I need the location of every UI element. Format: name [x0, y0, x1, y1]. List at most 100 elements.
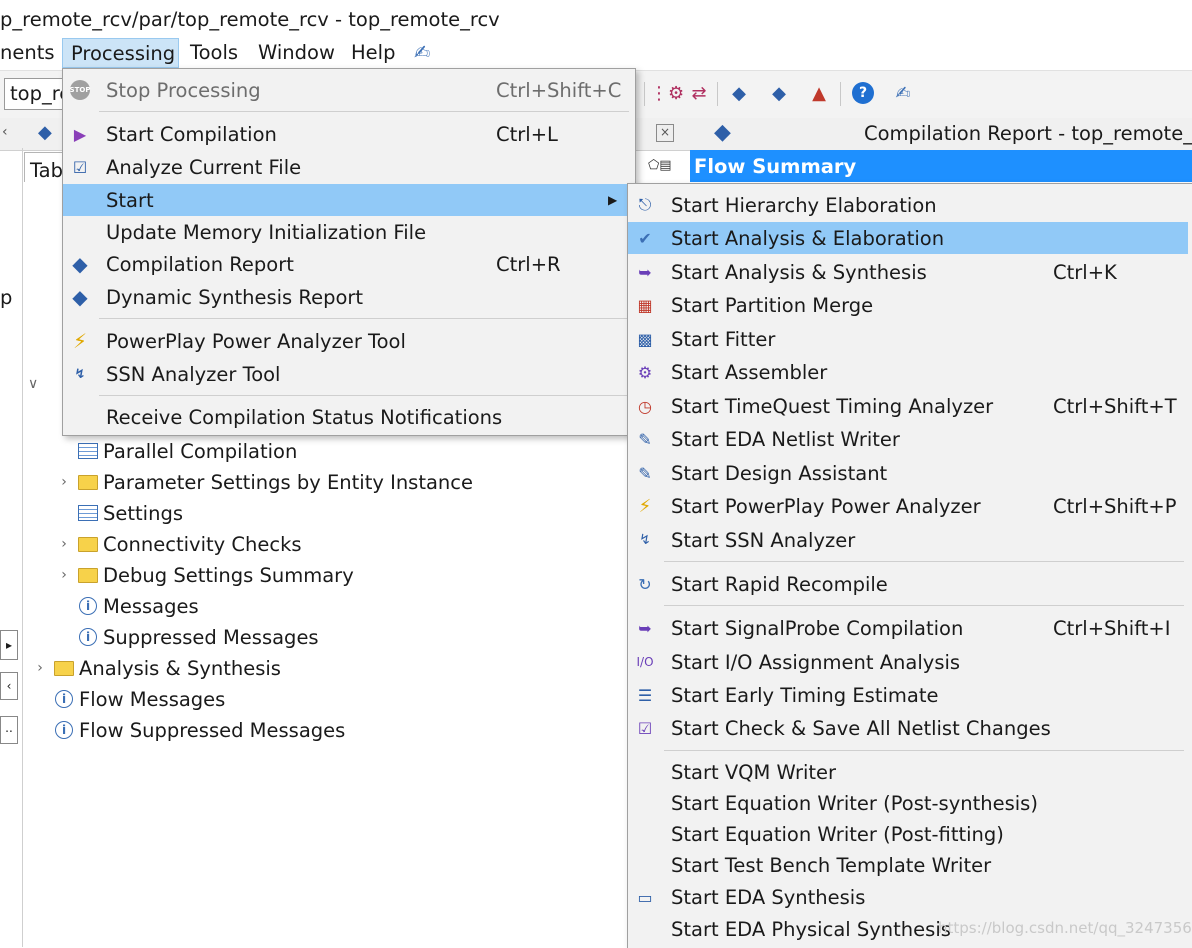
tree-item-label: Flow Suppressed Messages	[79, 718, 346, 742]
chevron-right-icon[interactable]: ›	[52, 567, 76, 583]
report-icon: ◆	[714, 120, 731, 145]
collapse-left-icon[interactable]: ‹	[2, 124, 8, 140]
submenu-item[interactable]: ☰ Start Early Timing Estimate	[628, 679, 1188, 711]
submenu-item[interactable]: ▩ Start Fitter	[628, 323, 1188, 355]
tree-item[interactable]: › Analysis & Synthesis	[28, 653, 281, 683]
menu-window[interactable]: Window	[258, 38, 335, 68]
menu-item-ssn-analyzer-tool[interactable]: ↯ SSN Analyzer Tool	[63, 358, 635, 390]
submenu-item[interactable]: Start Test Bench Template Writer	[628, 849, 1188, 881]
table-of-contents-tab-label: Tab	[30, 159, 64, 182]
chip-planner-icon[interactable]: ▲	[806, 80, 832, 106]
tree-item[interactable]: Settings	[52, 498, 183, 528]
menu-separator	[664, 605, 1184, 606]
processing-menu: STOP Stop Processing Ctrl+Shift+C ▶ Star…	[62, 68, 636, 436]
menu-item-label: Start EDA Physical Synthesis	[671, 917, 951, 941]
menu-item-start-compilation[interactable]: ▶ Start Compilation Ctrl+L	[63, 118, 635, 150]
tree-item[interactable]: i Flow Suppressed Messages	[28, 715, 345, 745]
menu-item-label: Start Test Bench Template Writer	[671, 853, 992, 877]
menu-item-label: Start I/O Assignment Analysis	[671, 650, 961, 674]
submenu-item[interactable]: ➥ Start SignalProbe Compilation Ctrl+Shi…	[628, 612, 1188, 644]
submenu-item-highlighted[interactable]: ✔ Start Analysis & Elaboration	[628, 222, 1188, 254]
chevron-right-icon[interactable]: ›	[28, 660, 52, 676]
menu-item-label: PowerPlay Power Analyzer Tool	[106, 329, 406, 353]
toolbar-separator	[840, 82, 841, 106]
menu-item-label: Start Design Assistant	[671, 461, 888, 485]
tree-item-label: Settings	[103, 501, 183, 525]
submenu-item[interactable]: ✎ Start Design Assistant	[628, 457, 1188, 489]
menu-item-start[interactable]: Start ▶	[63, 184, 635, 216]
menu-item-label: Start EDA Netlist Writer	[671, 427, 900, 451]
submenu-item[interactable]: Start Equation Writer (Post-fitting)	[628, 818, 1188, 850]
menu-item-label: Start Partition Merge	[671, 293, 874, 317]
menu-help[interactable]: Help	[351, 38, 395, 68]
feedback-icon[interactable]: ✍	[414, 38, 430, 68]
menu-item-label: Receive Compilation Status Notifications	[106, 405, 503, 429]
estimate-icon: ☰	[637, 685, 653, 705]
tree-item-label: Flow Messages	[79, 687, 226, 711]
submenu-item[interactable]: ➥ Start Analysis & Synthesis Ctrl+K	[628, 256, 1188, 288]
menu-item-label: Start SignalProbe Compilation	[671, 616, 964, 640]
submenu-item[interactable]: ⎋ Start Hierarchy Elaboration	[628, 189, 1188, 221]
tree-item[interactable]: › Parameter Settings by Entity Instance	[52, 467, 473, 497]
menu-item-label: Stop Processing	[106, 78, 261, 102]
menu-processing[interactable]: Processing	[62, 38, 179, 68]
entity-combo[interactable]: top_re	[4, 78, 71, 110]
menu-item-analyze-current-file[interactable]: ☑ Analyze Current File	[63, 151, 635, 183]
info-icon: i	[52, 688, 76, 710]
tree-item[interactable]: Parallel Compilation	[52, 436, 297, 466]
tree-item[interactable]: i Messages	[52, 591, 199, 621]
submenu-item[interactable]: ⚙ Start Assembler	[628, 356, 1188, 388]
menu-tools[interactable]: Tools	[190, 38, 238, 68]
menu-item-update-memory-init[interactable]: Update Memory Initialization File	[63, 216, 635, 248]
menu-item-stop-processing[interactable]: STOP Stop Processing Ctrl+Shift+C	[63, 74, 635, 106]
folder-icon	[76, 564, 100, 586]
submenu-item[interactable]: ↯ Start SSN Analyzer	[628, 524, 1188, 556]
table-of-contents-tab[interactable]: Tab	[24, 152, 64, 182]
help-icon[interactable]: ?	[850, 80, 876, 106]
submenu-item[interactable]: Start VQM Writer	[628, 756, 1188, 788]
submenu-item[interactable]: ▦ Start Partition Merge	[628, 289, 1188, 321]
submenu-item[interactable]: I/O Start I/O Assignment Analysis	[628, 646, 1188, 678]
programmer-icon[interactable]: ◆	[766, 80, 792, 106]
submenu-item[interactable]: ↻ Start Rapid Recompile	[628, 568, 1188, 600]
menu-item-label: Analyze Current File	[106, 155, 302, 179]
toolbar-separator	[644, 82, 645, 106]
tree-item[interactable]: i Suppressed Messages	[52, 622, 319, 652]
submenu-item[interactable]: ✎ Start EDA Netlist Writer	[628, 423, 1188, 455]
hierarchy-icon: ⎋	[638, 195, 652, 214]
expand-arrow-icon[interactable]: ∨	[28, 376, 38, 392]
submenu-item[interactable]: ⚡ Start PowerPlay Power Analyzer Ctrl+Sh…	[628, 490, 1188, 522]
technology-map-icon[interactable]: ⇄	[686, 80, 712, 106]
tree-item[interactable]: › Debug Settings Summary	[52, 560, 354, 590]
feedback-icon[interactable]: ✍	[890, 80, 916, 106]
menu-separator	[664, 750, 1184, 751]
close-icon[interactable]: ×	[656, 124, 674, 142]
submenu-item[interactable]: ☑ Start Check & Save All Netlist Changes	[628, 712, 1188, 744]
tree-item[interactable]: i Flow Messages	[28, 684, 225, 714]
submenu-item[interactable]: ◷ Start TimeQuest Timing Analyzer Ctrl+S…	[628, 390, 1188, 422]
menu-item-label: Start Fitter	[671, 327, 776, 351]
menu-item-label: Start Equation Writer (Post-fitting)	[671, 822, 1004, 846]
menu-item-powerplay-tool[interactable]: ⚡ PowerPlay Power Analyzer Tool	[63, 325, 635, 357]
pin-icon[interactable]: ⬠▤	[648, 158, 672, 173]
folder-icon	[76, 533, 100, 555]
menu-item-label: Start Compilation	[106, 122, 277, 146]
folder-icon	[76, 471, 100, 493]
menu-item-label: Start Analysis & Synthesis	[671, 260, 927, 284]
chevron-right-icon[interactable]: ›	[52, 536, 76, 552]
menu-item-compilation-report[interactable]: ◆ Compilation Report Ctrl+R	[63, 248, 635, 280]
menu-item-dynamic-synthesis-report[interactable]: ◆ Dynamic Synthesis Report	[63, 281, 635, 313]
netlist-viewer-icon[interactable]: ⋮⚙	[650, 80, 684, 106]
lightning-icon: ⚡	[72, 329, 88, 353]
fitter-icon: ▩	[637, 329, 653, 349]
submenu-item[interactable]: Start Equation Writer (Post-synthesis)	[628, 787, 1188, 819]
submenu-item[interactable]: ▭ Start EDA Synthesis	[628, 881, 1188, 913]
menu-components[interactable]: nents	[0, 38, 55, 68]
recompile-icon: ↻	[638, 574, 652, 594]
report-icon[interactable]: ◆	[726, 80, 752, 106]
tree-item[interactable]: › Connectivity Checks	[52, 529, 301, 559]
start-submenu: ⎋ Start Hierarchy Elaboration ✔ Start An…	[627, 183, 1192, 948]
menu-item-label: Compilation Report	[106, 252, 294, 276]
chevron-right-icon[interactable]: ›	[52, 474, 76, 490]
menu-item-receive-notifications[interactable]: Receive Compilation Status Notifications	[63, 401, 635, 433]
